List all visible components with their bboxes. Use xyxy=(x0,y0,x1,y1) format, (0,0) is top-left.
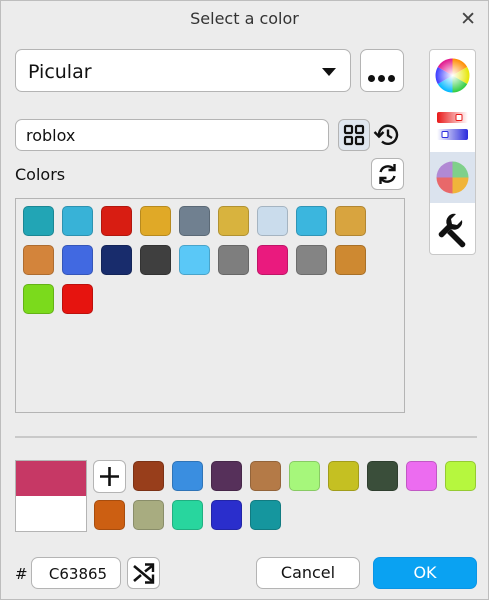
color-swatch[interactable] xyxy=(296,245,327,275)
custom-color-swatch[interactable] xyxy=(367,461,398,491)
custom-color-swatch[interactable] xyxy=(289,461,320,491)
color-swatch[interactable] xyxy=(140,206,171,236)
custom-color-swatch[interactable] xyxy=(211,500,242,530)
random-color-button[interactable] xyxy=(127,557,160,589)
search-input[interactable] xyxy=(24,125,318,146)
close-icon[interactable]: ✕ xyxy=(460,9,476,29)
colors-heading: Colors xyxy=(15,165,66,184)
custom-color-swatch[interactable] xyxy=(406,461,437,491)
shuffle-icon xyxy=(133,563,155,584)
cancel-button[interactable]: Cancel xyxy=(256,557,360,589)
search-field[interactable] xyxy=(15,119,329,151)
hex-input[interactable] xyxy=(32,564,124,584)
color-swatch[interactable] xyxy=(296,206,327,236)
color-swatch[interactable] xyxy=(62,284,93,314)
hex-prefix: # xyxy=(15,565,28,583)
tab-tools[interactable] xyxy=(430,203,475,254)
color-swatch[interactable] xyxy=(23,245,54,275)
tab-sliders[interactable] xyxy=(430,101,475,152)
hex-field[interactable] xyxy=(31,557,124,589)
more-options-button[interactable] xyxy=(360,49,404,92)
grid-view-button[interactable] xyxy=(338,119,370,151)
title-bar: Select a color ✕ xyxy=(1,1,488,37)
ok-button[interactable]: OK xyxy=(373,557,477,589)
sliders-icon xyxy=(437,112,468,140)
picker-mode-tabs xyxy=(429,49,476,255)
color-swatch-grid xyxy=(15,198,405,413)
custom-color-swatch[interactable] xyxy=(250,500,281,530)
color-swatch[interactable] xyxy=(257,206,288,236)
color-wheel-icon xyxy=(435,58,470,93)
palette-source-value: Picular xyxy=(28,61,92,83)
color-swatch[interactable] xyxy=(23,284,54,314)
color-swatch[interactable] xyxy=(23,206,54,236)
tab-color-wheel[interactable] xyxy=(430,50,475,101)
color-swatch[interactable] xyxy=(218,245,249,275)
add-custom-color-button[interactable] xyxy=(93,460,126,493)
old-color-preview[interactable] xyxy=(16,496,86,531)
refresh-button[interactable] xyxy=(371,158,404,190)
custom-color-swatch[interactable] xyxy=(250,461,281,491)
color-swatch[interactable] xyxy=(179,206,210,236)
color-swatch[interactable] xyxy=(257,245,288,275)
color-swatch[interactable] xyxy=(179,245,210,275)
dialog-title: Select a color xyxy=(190,9,299,28)
custom-color-swatch[interactable] xyxy=(445,461,476,491)
color-swatch[interactable] xyxy=(101,206,132,236)
color-swatch[interactable] xyxy=(101,245,132,275)
custom-color-swatch[interactable] xyxy=(172,461,203,491)
color-swatch[interactable] xyxy=(218,206,249,236)
custom-color-swatch[interactable] xyxy=(94,500,125,530)
ellipsis-icon xyxy=(368,67,398,86)
section-divider xyxy=(15,436,477,438)
refresh-icon xyxy=(379,164,396,184)
color-swatch[interactable] xyxy=(335,245,366,275)
color-dialog: Select a color ✕ Picular Colors xyxy=(0,0,489,600)
color-swatch[interactable] xyxy=(140,245,171,275)
custom-color-swatch[interactable] xyxy=(172,500,203,530)
history-icon xyxy=(373,124,399,145)
plus-icon xyxy=(100,467,119,486)
palette-source-select[interactable]: Picular xyxy=(15,49,351,92)
color-swatch[interactable] xyxy=(62,245,93,275)
new-color-preview xyxy=(16,461,86,496)
chevron-down-icon xyxy=(322,68,336,76)
wrench-icon xyxy=(438,213,466,248)
custom-color-swatch[interactable] xyxy=(211,461,242,491)
custom-color-swatch[interactable] xyxy=(133,461,164,491)
palette-icon xyxy=(436,161,469,194)
color-swatch[interactable] xyxy=(335,206,366,236)
color-swatch[interactable] xyxy=(62,206,93,236)
history-button[interactable] xyxy=(371,119,403,151)
color-compare xyxy=(15,460,87,532)
custom-color-swatch[interactable] xyxy=(133,500,164,530)
custom-color-swatch[interactable] xyxy=(328,461,359,491)
tab-palette[interactable] xyxy=(430,152,475,203)
grid-icon xyxy=(343,124,365,146)
